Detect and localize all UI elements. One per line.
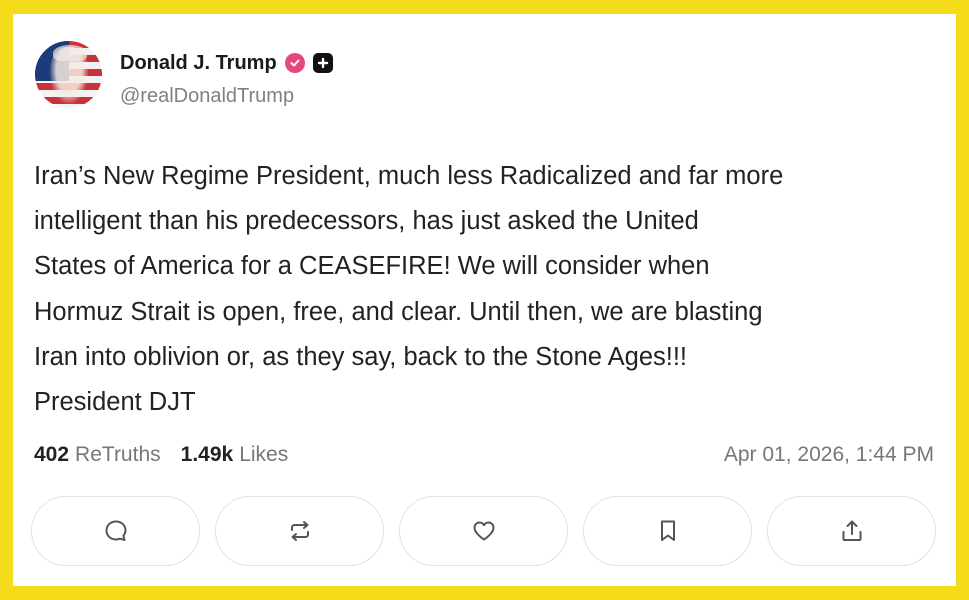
reply-button[interactable]	[31, 496, 200, 566]
share-icon	[842, 520, 861, 541]
bookmark-icon	[660, 520, 675, 541]
author-handle[interactable]: @realDonaldTrump	[120, 85, 294, 108]
heart-icon	[473, 521, 494, 541]
bookmark-button[interactable]	[583, 496, 752, 566]
share-button[interactable]	[767, 496, 936, 566]
post-timestamp[interactable]: Apr 01, 2026, 1:44 PM	[724, 439, 934, 471]
comment-icon	[105, 520, 126, 541]
avatar-hair	[53, 45, 87, 61]
retruths-count[interactable]: 402	[34, 443, 69, 467]
author-display-name[interactable]: Donald J. Trump	[120, 52, 277, 75]
post-card: Donald J. Trump @realDonaldTrump Iran’s …	[13, 14, 956, 586]
likes-count[interactable]: 1.49k	[181, 443, 234, 467]
author-name-row: Donald J. Trump	[120, 50, 333, 76]
retruth-button[interactable]	[215, 496, 384, 566]
verified-badge-icon	[284, 53, 305, 73]
post-body-text: Iran’s New Regime President, much less R…	[34, 162, 784, 417]
post-actions	[31, 496, 936, 566]
like-button[interactable]	[399, 496, 568, 566]
post-stats: 402 ReTruths 1.49k Likes	[34, 439, 288, 471]
repost-icon	[290, 521, 309, 541]
avatar[interactable]	[35, 41, 102, 108]
retruths-label[interactable]: ReTruths	[75, 443, 161, 467]
plus-badge-icon	[312, 53, 333, 73]
likes-label[interactable]: Likes	[239, 443, 288, 467]
